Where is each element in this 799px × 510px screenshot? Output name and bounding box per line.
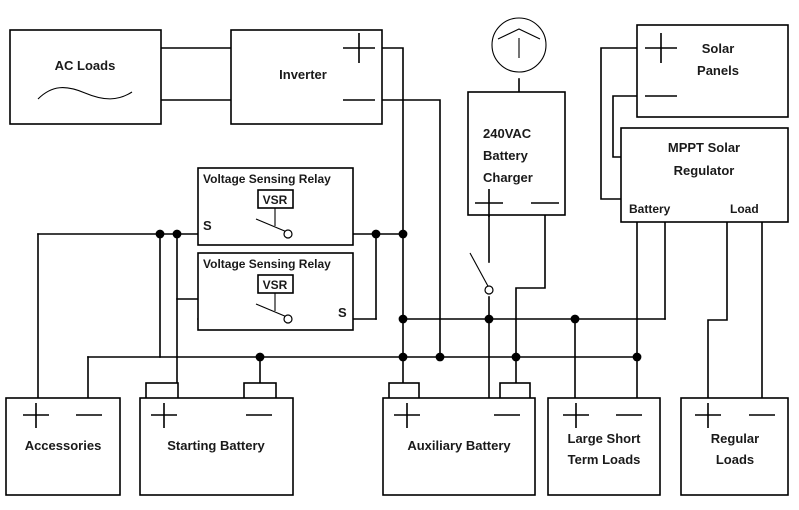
solar-panels-line2: Panels [697,63,739,78]
auxiliary-battery-positive-terminal [388,382,420,400]
junction-dot-376-234 [371,229,381,239]
junction-dot-440-357 [435,352,445,362]
auxiliary-battery-negative-terminal [499,382,531,400]
mppt-line2: Regulator [674,163,735,178]
regular-loads-line1: Regular [711,431,759,446]
component-starting-battery[interactable]: Starting Battery [139,382,294,496]
accessories-label: Accessories [25,438,102,453]
inverter-label: Inverter [279,67,327,82]
component-inverter[interactable]: Inverter [230,29,383,125]
mppt-battery-terminal-label: Battery [629,202,671,216]
component-vsr-top[interactable]: Voltage Sensing Relay VSR S [197,167,354,246]
ac-loads-box[interactable] [9,29,162,125]
junction-dot-177-234 [172,229,182,239]
component-mains-source [491,17,547,73]
junction-dot-160-234 [155,229,165,239]
junction-dot-516-357 [511,352,521,362]
vsr-top-badge-label: VSR [263,193,288,207]
vsr-bottom-contact-node[interactable] [283,314,293,324]
battery-charger-line1: 240VAC [483,126,532,141]
component-ac-loads[interactable]: AC Loads [9,29,162,125]
battery-charger-line2: Battery [483,148,529,163]
component-large-short-term-loads[interactable]: Large Short Term Loads [547,397,661,496]
junction-dot-403-357 [398,352,408,362]
starting-battery-positive-terminal [145,382,179,400]
manual-switch-contact[interactable] [484,285,494,295]
junction-dot-403-234 [398,229,408,239]
component-battery-charger[interactable]: 240VAC Battery Charger [467,91,566,217]
starting-battery-label: Starting Battery [167,438,265,453]
auxiliary-battery-label: Auxiliary Battery [407,438,511,453]
mppt-load-terminal-label: Load [730,202,759,216]
component-auxiliary-battery[interactable]: Auxiliary Battery [382,382,536,496]
component-vsr-bottom[interactable]: Voltage Sensing Relay VSR S [197,252,354,331]
junction-dot-637-357 [632,352,642,362]
ac-loads-label: AC Loads [55,58,116,73]
component-accessories[interactable]: Accessories [5,397,121,496]
component-mppt-regulator[interactable]: MPPT Solar Regulator Battery Load [620,127,789,223]
vsr-bottom-sense-label: S [338,305,347,320]
regular-loads-line2: Loads [716,452,754,467]
battery-charger-line3: Charger [483,170,533,185]
component-solar-panels[interactable]: Solar Panels [636,24,789,118]
vsr-bottom-badge-label: VSR [263,278,288,292]
wiring-diagram: AC Loads Inverter 240VAC Battery Charger… [0,0,799,510]
junction-dot-403-319 [398,314,408,324]
large-short-term-loads-line2: Term Loads [568,452,641,467]
mppt-line1: MPPT Solar [668,140,740,155]
large-short-term-loads-box[interactable] [547,397,661,496]
mains-source-arrow [497,28,541,40]
starting-battery-negative-terminal [243,382,277,400]
wire-charger-negative [515,214,546,358]
vsr-top-title: Voltage Sensing Relay [203,172,331,186]
junction-dot-489-319 [484,314,494,324]
wire-inverter-positive [381,47,404,235]
junction-dot-260-357 [255,352,265,362]
large-short-term-loads-line1: Large Short [568,431,642,446]
component-regular-loads[interactable]: Regular Loads [680,397,789,496]
vsr-top-contact-node[interactable] [283,229,293,239]
wire-mppt-load-positive [707,221,728,399]
vsr-bottom-title: Voltage Sensing Relay [203,257,331,271]
solar-panels-line1: Solar [702,41,735,56]
vsr-top-sense-label: S [203,218,212,233]
manual-switch-blade[interactable] [469,252,490,289]
regular-loads-box[interactable] [680,397,789,496]
